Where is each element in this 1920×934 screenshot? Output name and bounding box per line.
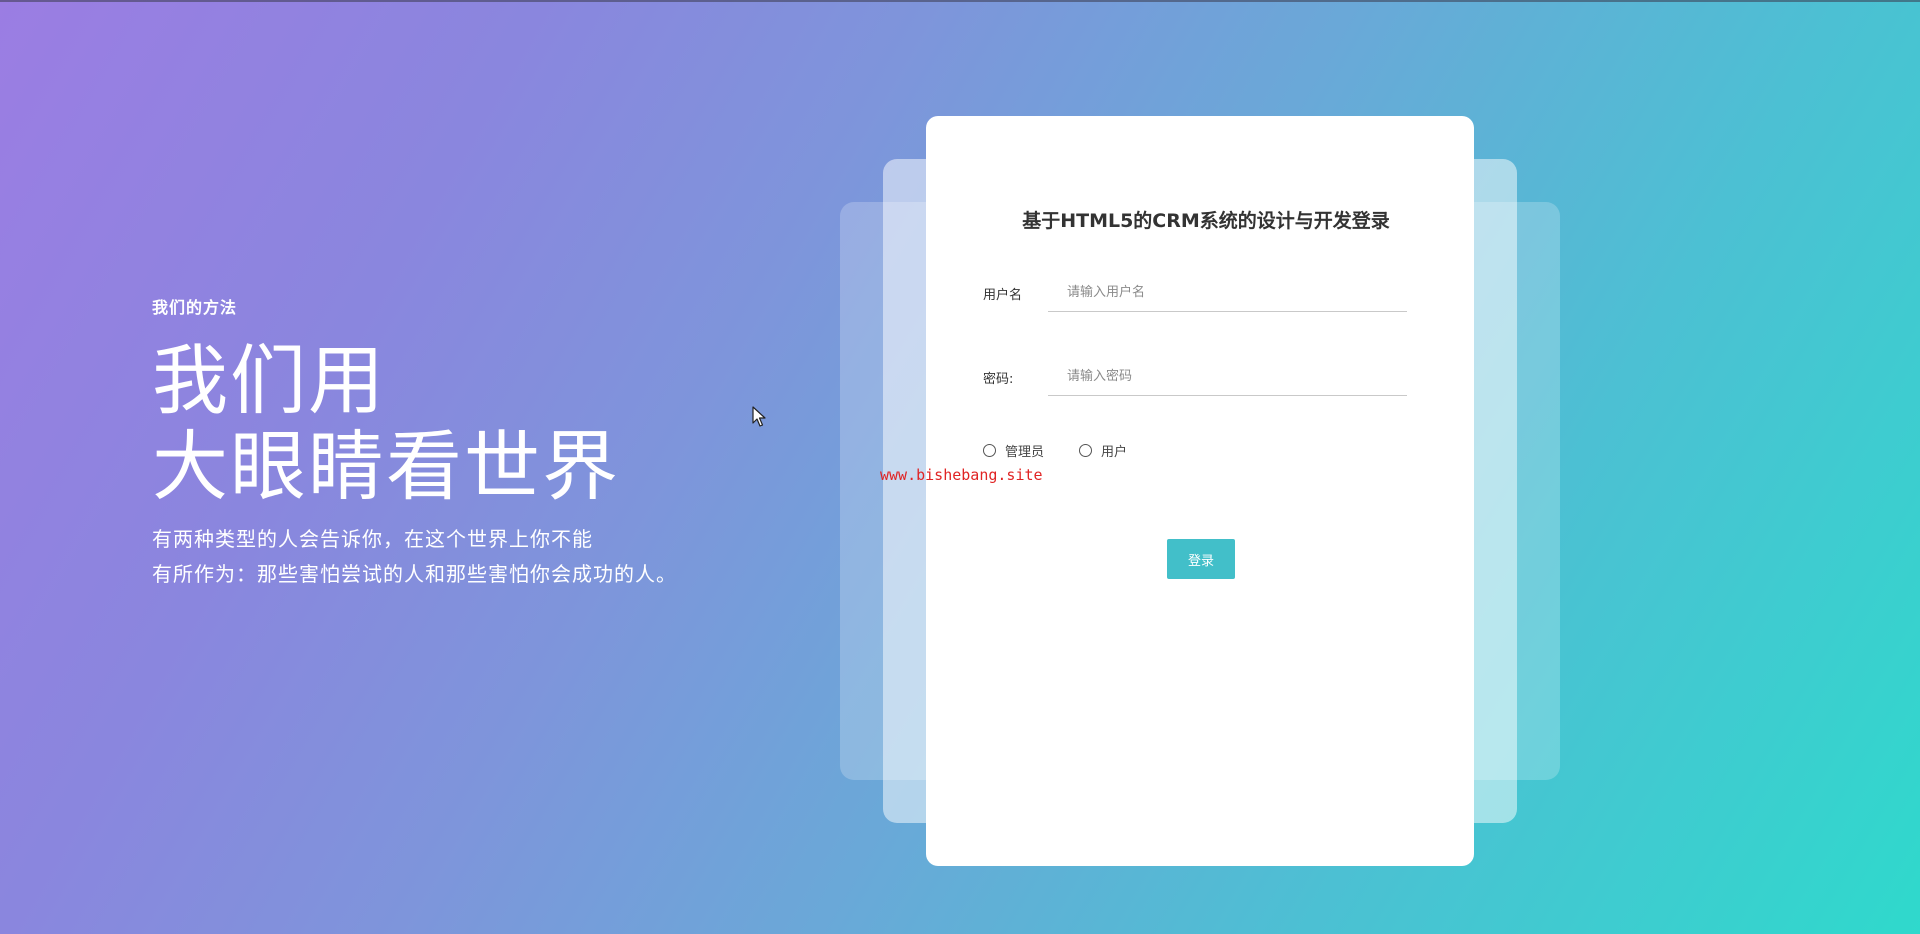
hero-title-line-1: 我们用	[152, 336, 386, 425]
radio-button-icon[interactable]	[983, 444, 996, 457]
role-label-user: 用户	[1101, 445, 1128, 460]
role-label-admin: 管理员	[1005, 445, 1045, 460]
hero-description-line-1: 有两种类型的人会告诉你，在这个世界上你不能	[152, 527, 593, 551]
password-input[interactable]	[1048, 358, 1407, 396]
login-card: 基于HTML5的CRM系统的设计与开发登录 用户名 密码: 管理员 用户 登录	[926, 116, 1474, 866]
hero-title-line-2: 大眼睛看世界	[152, 422, 620, 511]
role-option-user[interactable]: 用户	[1079, 441, 1127, 460]
hero-section: 我们的方法 我们用 大眼睛看世界 有两种类型的人会告诉你，在这个世界上你不能 有…	[152, 294, 792, 592]
username-row: 用户名	[983, 274, 1407, 314]
hero-description: 有两种类型的人会告诉你，在这个世界上你不能 有所作为：那些害怕尝试的人和那些害怕…	[152, 522, 792, 592]
watermark-text: www.bishebang.site	[880, 466, 1043, 484]
username-input[interactable]	[1048, 274, 1407, 312]
hero-description-line-2: 有所作为：那些害怕尝试的人和那些害怕你会成功的人。	[152, 562, 677, 586]
username-label: 用户名	[983, 288, 1023, 303]
password-row: 密码:	[983, 358, 1407, 398]
password-label: 密码:	[983, 372, 1014, 387]
window-top-edge	[0, 0, 1920, 2]
hero-kicker: 我们的方法	[152, 298, 238, 317]
hero-title: 我们用 大眼睛看世界	[152, 338, 792, 510]
login-button[interactable]: 登录	[1167, 539, 1235, 579]
mouse-cursor-icon	[752, 406, 766, 427]
role-option-admin[interactable]: 管理员	[983, 441, 1044, 460]
login-title: 基于HTML5的CRM系统的设计与开发登录	[1022, 210, 1390, 232]
radio-button-icon[interactable]	[1079, 444, 1092, 457]
